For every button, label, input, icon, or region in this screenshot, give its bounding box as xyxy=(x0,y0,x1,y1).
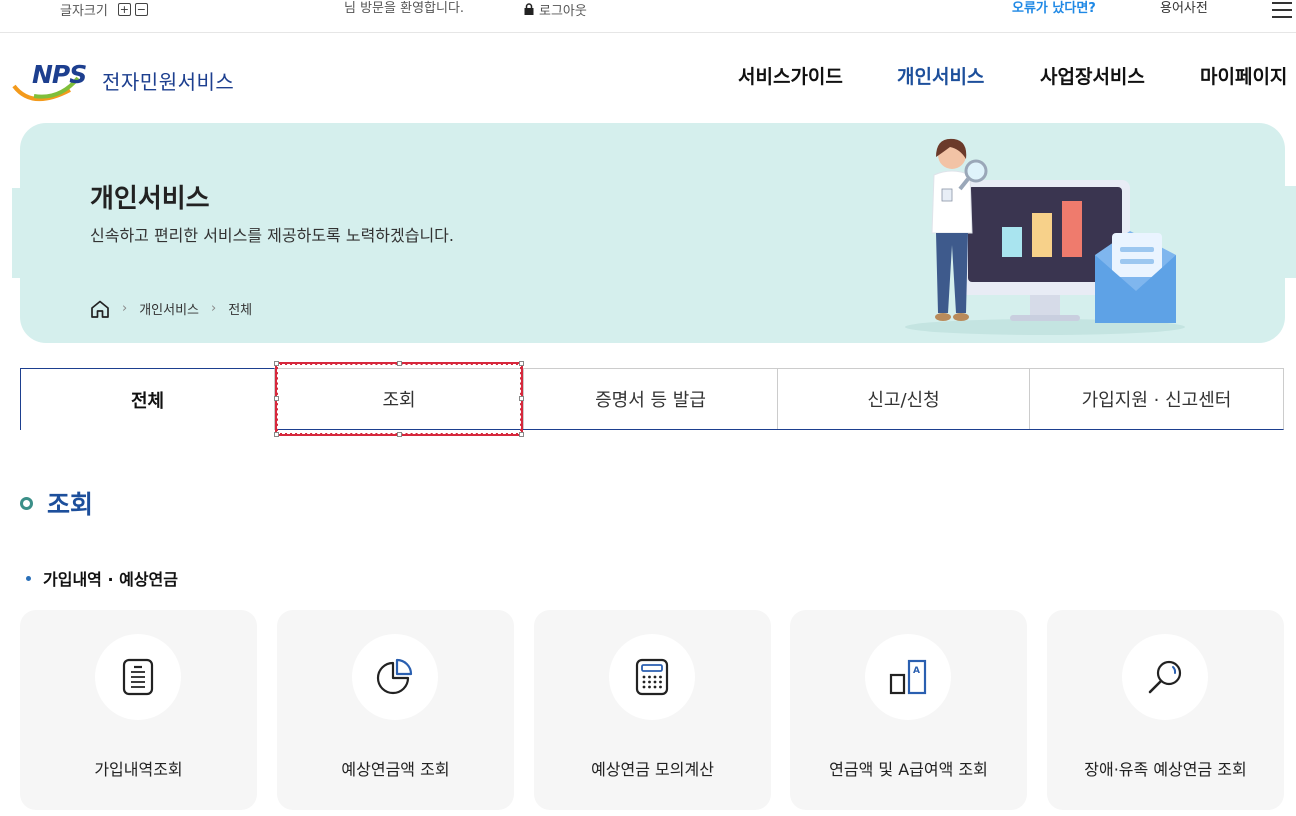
dictionary-link[interactable]: 용어사전 xyxy=(1160,0,1208,18)
breadcrumb-item[interactable]: 개인서비스 xyxy=(139,299,199,318)
card-label: 예상연금 모의계산 xyxy=(591,760,714,779)
tab-support-center[interactable]: 가입지원 · 신고센터 xyxy=(1030,369,1283,429)
breadcrumb: › 개인서비스 › 전체 xyxy=(90,299,252,318)
subsection-title: 가입내역 · 예상연금 xyxy=(26,566,178,590)
svg-text:A: A xyxy=(913,666,920,676)
page-subtitle: 신속하고 편리한 서비스를 제공하도록 노력하겠습니다. xyxy=(90,226,454,245)
card-icon-circle xyxy=(95,634,181,720)
nav-personal-service[interactable]: 개인서비스 xyxy=(897,62,984,89)
card-label: 가입내역조회 xyxy=(94,760,183,779)
page-title: 개인서비스 xyxy=(90,184,210,214)
nav-my-page[interactable]: 마이페이지 xyxy=(1200,62,1287,89)
compare-a-icon: A xyxy=(889,659,927,695)
font-size-control: 글자크기 + − xyxy=(60,0,148,19)
hero-illustration xyxy=(905,138,1185,335)
logout-label: 로그아웃 xyxy=(539,3,587,19)
home-icon[interactable] xyxy=(90,300,110,318)
ring-bullet-icon xyxy=(20,496,33,510)
breadcrumb-item-current: 전체 xyxy=(228,303,253,318)
card-label: 예상연금액 조회 xyxy=(341,760,450,779)
hero-banner: 개인서비스 신속하고 편리한 서비스를 제공하도록 노력하겠습니다. › 개인서… xyxy=(20,123,1285,343)
calculator-icon xyxy=(635,658,669,696)
error-report-link[interactable]: 오류가 났다면? xyxy=(1012,0,1096,18)
magnifier-icon xyxy=(1148,660,1182,694)
document-list-icon xyxy=(122,658,154,696)
card-enrollment-history[interactable]: 가입내역조회 xyxy=(20,610,257,810)
menu-icon[interactable] xyxy=(1272,2,1292,23)
nps-logo-mark: NPS xyxy=(12,58,98,102)
welcome-text: 님 방문을 환영합니다. xyxy=(344,1,465,16)
card-icon-circle xyxy=(352,634,438,720)
logout-link[interactable]: 로그아웃 xyxy=(524,0,587,19)
card-disability-survivor-pension[interactable]: 장애·유족 예상연금 조회 xyxy=(1047,610,1284,810)
selection-highlight xyxy=(274,361,524,437)
chevron-right-icon: › xyxy=(211,301,217,316)
card-expected-pension[interactable]: 예상연금액 조회 xyxy=(277,610,514,810)
font-increase-button[interactable]: + xyxy=(117,2,131,16)
font-decrease-button[interactable]: − xyxy=(134,2,148,16)
site-name: 전자민원서비스 xyxy=(102,69,235,94)
card-icon-circle xyxy=(1122,634,1208,720)
site-logo[interactable]: NPS 전자민원서비스 xyxy=(12,58,234,102)
tab-all[interactable]: 전체 xyxy=(20,368,275,430)
card-label: 연금액 및 A급여액 조회 xyxy=(829,760,988,779)
section-title-text: 조회 xyxy=(47,490,94,519)
lock-icon xyxy=(524,3,534,15)
card-pension-a-benefit[interactable]: A 연금액 및 A급여액 조회 xyxy=(790,610,1027,810)
category-tabs: 전체 조회 증명서 등 발급 신고/신청 가입지원 · 신고센터 xyxy=(20,368,1284,430)
pie-chart-icon xyxy=(376,658,413,695)
nav-business-service[interactable]: 사업장서비스 xyxy=(1040,62,1145,89)
card-pension-simulation[interactable]: 예상연금 모의계산 xyxy=(534,610,771,810)
tab-certificate[interactable]: 증명서 등 발급 xyxy=(524,369,778,429)
section-title: 조회 xyxy=(20,485,93,521)
card-label: 장애·유족 예상연금 조회 xyxy=(1084,760,1247,779)
subsection-title-text: 가입내역 · 예상연금 xyxy=(43,570,178,589)
chevron-right-icon: › xyxy=(122,301,128,316)
nav-service-guide[interactable]: 서비스가이드 xyxy=(738,62,843,89)
card-icon-circle: A xyxy=(865,634,951,720)
font-size-label: 글자크기 xyxy=(60,3,108,19)
logo-text: NPS xyxy=(32,60,87,89)
card-icon-circle xyxy=(609,634,695,720)
dot-bullet-icon xyxy=(26,575,31,581)
tab-report-apply[interactable]: 신고/신청 xyxy=(778,369,1030,429)
utility-bar: 글자크기 + − 님 방문을 환영합니다. 로그아웃 오류가 났다면? 용어사전 xyxy=(0,0,1296,33)
